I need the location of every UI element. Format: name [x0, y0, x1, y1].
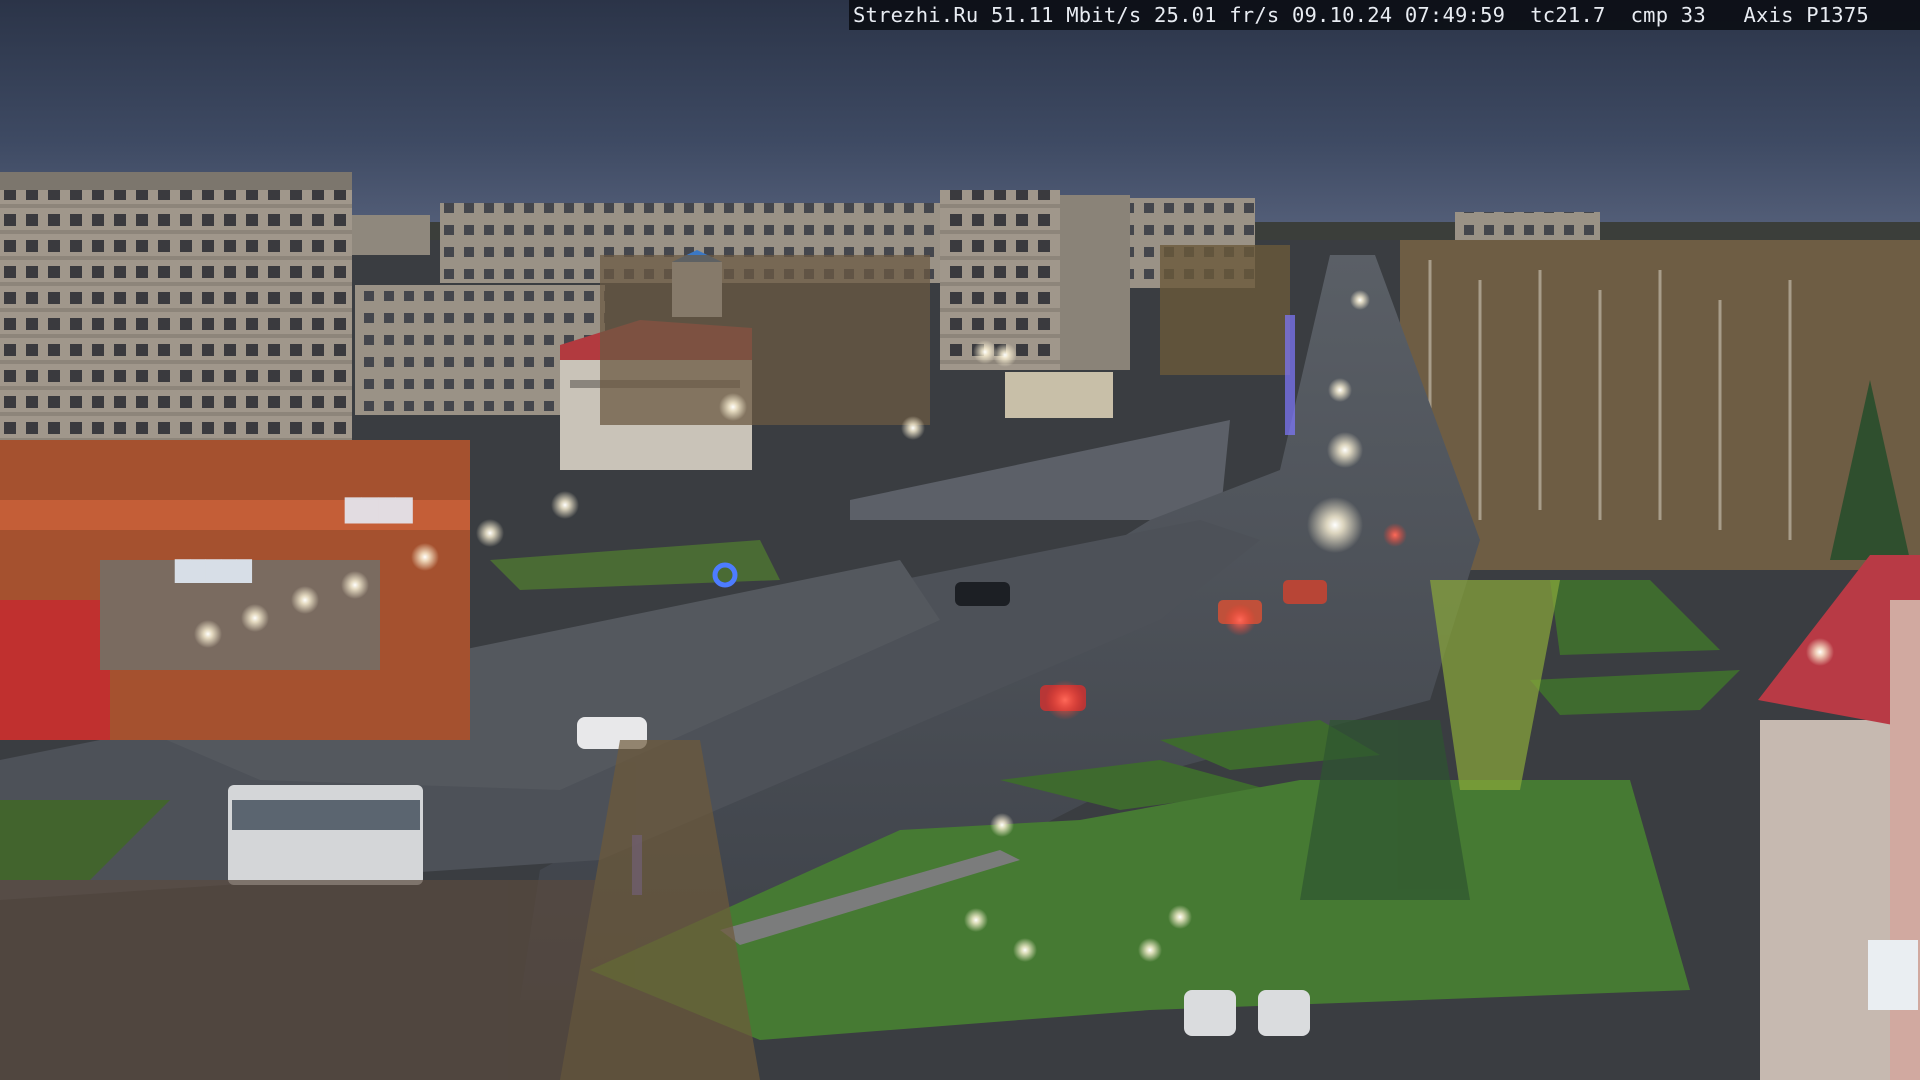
tower-building	[1060, 195, 1130, 370]
car	[1258, 990, 1310, 1036]
car	[955, 582, 1010, 606]
distant-building	[350, 215, 430, 255]
webcam-scene: █████ ████	[0, 0, 1920, 1080]
light-garland	[1285, 315, 1295, 435]
shop-sign: █████	[174, 559, 253, 583]
car	[1283, 580, 1327, 604]
camera-overlay-text: Strezhi.Ru 51.11 Mbit/s 25.01 fr/s 09.10…	[849, 0, 1920, 30]
shop-sign: ████	[344, 497, 414, 524]
pavilion	[1005, 372, 1113, 418]
tree-band-right	[1160, 245, 1290, 375]
car	[1184, 990, 1236, 1036]
tree-band	[600, 255, 930, 425]
tower-building	[940, 190, 1060, 370]
